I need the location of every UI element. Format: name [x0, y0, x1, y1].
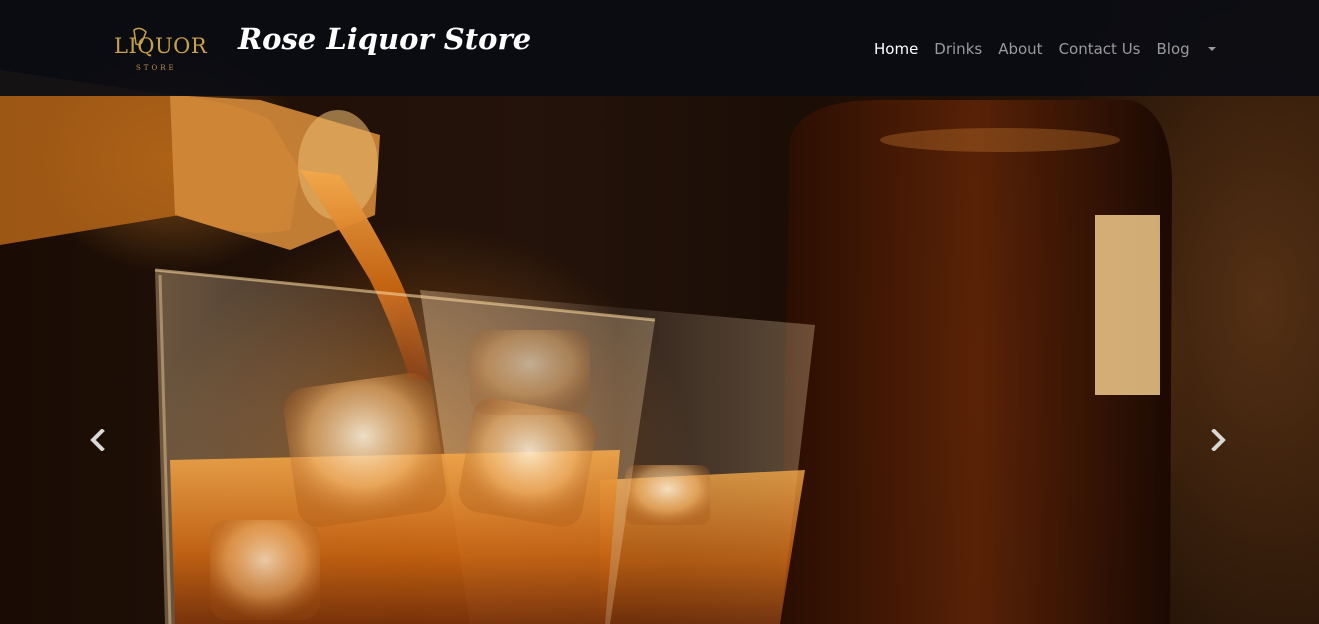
navbar: LIQUOR STORE Rose Liquor Store Home Drin…: [0, 0, 1319, 96]
logo[interactable]: LIQUOR STORE: [110, 24, 208, 74]
carousel-prev-button[interactable]: [78, 420, 118, 460]
nav-item-home[interactable]: Home: [866, 40, 926, 58]
brand-title[interactable]: Rose Liquor Store: [238, 22, 531, 56]
nav-item-contact-us[interactable]: Contact Us: [1051, 40, 1149, 58]
logo-subtext: STORE: [136, 64, 177, 72]
caret-down-icon[interactable]: [1207, 47, 1216, 51]
carousel-next-button[interactable]: [1198, 420, 1238, 460]
page: LIQUOR STORE Rose Liquor Store Home Drin…: [0, 0, 1319, 624]
chevron-left-icon: [90, 429, 105, 451]
logo-text: LIQUOR: [114, 34, 208, 58]
chevron-right-icon: [1211, 429, 1226, 451]
main-nav: Home Drinks About Contact Us Blog: [866, 38, 1216, 60]
nav-item-about[interactable]: About: [990, 40, 1050, 58]
nav-item-blog[interactable]: Blog: [1148, 40, 1197, 58]
nav-item-drinks[interactable]: Drinks: [926, 40, 990, 58]
